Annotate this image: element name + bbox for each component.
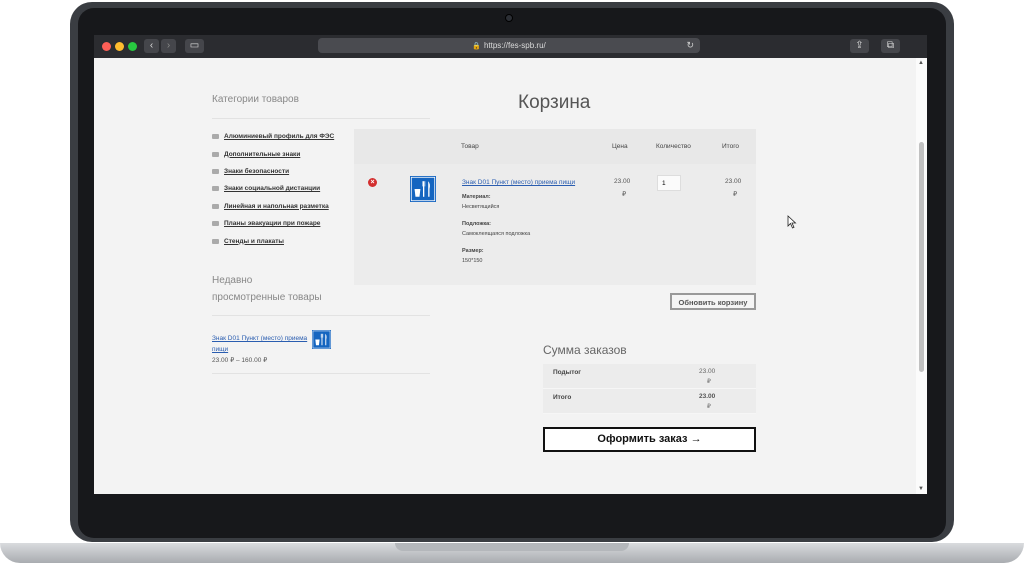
scrollbar-thumb[interactable] xyxy=(919,142,924,372)
lock-icon: 🔒 xyxy=(472,43,481,50)
remove-item-icon[interactable]: × xyxy=(368,178,377,187)
categories-heading: Категории товаров xyxy=(212,94,299,105)
backing-value: Самоклеящаяся подложка xyxy=(462,231,531,237)
scroll-up-arrow-icon[interactable]: ▲ xyxy=(918,60,924,66)
browser-window: ‹ › ▭ 🔒 https://fes-spb.ru/ ↻ ⇪ ⧉ Категор… xyxy=(94,35,927,494)
divider xyxy=(212,373,430,374)
forward-arrow-icon[interactable]: › xyxy=(161,39,176,53)
close-window-button[interactable] xyxy=(102,42,111,51)
totals-table: Подытог 23.00 ₽ Итого 23.00 ₽ xyxy=(543,364,756,414)
divider xyxy=(212,315,430,316)
item-total: 23.00 xyxy=(725,178,742,185)
folder-icon xyxy=(212,203,219,209)
backing-label: Подложка: xyxy=(462,221,491,227)
update-cart-button[interactable]: Обновить корзину xyxy=(670,293,756,310)
folder-icon xyxy=(212,221,219,227)
item-price: 23.00 xyxy=(614,178,631,185)
folder-icon xyxy=(212,151,219,157)
material-value: Несветящийся xyxy=(462,204,500,210)
column-header-quantity: Количество xyxy=(656,143,691,150)
maximize-window-button[interactable] xyxy=(128,42,137,51)
total-value: 23.00 xyxy=(699,393,716,400)
laptop-notch xyxy=(395,543,629,551)
sidebar-toggle-icon[interactable]: ▭ xyxy=(185,39,204,53)
page-scrollbar[interactable]: ▲ ▼ xyxy=(916,58,927,494)
fork-knife-cup-sign-icon[interactable] xyxy=(312,330,331,349)
recent-product-price: 23.00 ₽ – 160.00 ₽ xyxy=(212,357,268,364)
product-name-link[interactable]: Знак D01 Пункт (место) приема пищи xyxy=(462,179,575,186)
folder-icon xyxy=(212,168,219,174)
total-currency: ₽ xyxy=(707,404,711,410)
subtotal-currency: ₽ xyxy=(707,379,711,385)
subtotal-value: 23.00 xyxy=(699,368,716,375)
quantity-input[interactable]: 1 xyxy=(657,175,681,191)
divider xyxy=(212,118,430,119)
tabs-overview-icon[interactable]: ⧉ xyxy=(881,39,900,53)
size-value: 150*150 xyxy=(462,258,483,264)
cart-table: Товар Цена Количество Итого xyxy=(354,129,756,285)
back-arrow-icon[interactable]: ‹ xyxy=(144,39,159,53)
fork-knife-cup-sign-icon[interactable] xyxy=(410,175,436,203)
item-total-currency: ₽ xyxy=(733,191,738,198)
total-label: Итого xyxy=(553,394,572,401)
totals-heading: Сумма заказов xyxy=(543,343,627,357)
recent-product-link[interactable]: Знак D01 Пункт (место) приема пищи xyxy=(212,333,312,355)
recently-viewed-heading: Недавно просмотренные товары xyxy=(212,275,322,303)
minimize-window-button[interactable] xyxy=(115,42,124,51)
page-title: Корзина xyxy=(518,92,591,113)
webcam xyxy=(505,14,513,22)
checkout-button[interactable]: Оформить заказ → xyxy=(543,427,756,452)
url-text: https://fes-spb.ru/ xyxy=(483,41,546,50)
material-label: Материал: xyxy=(462,194,491,200)
page-content: Категории товаров Алюминиевый профиль дл… xyxy=(94,58,916,494)
column-header-price: Цена xyxy=(612,143,628,150)
folder-icon xyxy=(212,238,219,244)
folder-icon xyxy=(212,186,219,192)
scroll-down-arrow-icon[interactable]: ▼ xyxy=(918,486,924,492)
address-bar[interactable]: 🔒 https://fes-spb.ru/ ↻ xyxy=(318,38,700,53)
folder-icon xyxy=(212,134,219,140)
subtotal-row: Подытог 23.00 ₽ xyxy=(543,364,756,389)
browser-toolbar: ‹ › ▭ 🔒 https://fes-spb.ru/ ↻ ⇪ ⧉ xyxy=(94,35,927,58)
mouse-pointer-icon xyxy=(787,215,797,229)
total-row: Итого 23.00 ₽ xyxy=(543,389,756,414)
item-price-currency: ₽ xyxy=(622,191,627,198)
cart-table-header: Товар Цена Количество Итого xyxy=(354,129,756,164)
column-header-product: Товар xyxy=(461,143,479,150)
share-icon[interactable]: ⇪ xyxy=(850,39,869,53)
reload-icon[interactable]: ↻ xyxy=(686,38,694,53)
size-label: Размер: xyxy=(462,248,484,254)
column-header-total: Итого xyxy=(722,143,740,150)
subtotal-label: Подытог xyxy=(553,369,582,376)
